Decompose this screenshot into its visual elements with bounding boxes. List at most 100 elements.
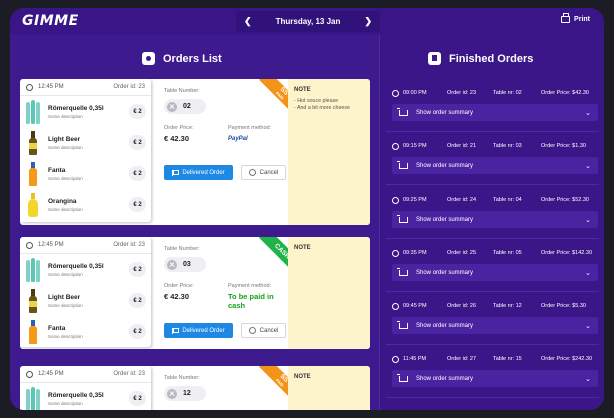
show-order-summary-button[interactable]: Show order summary ⌄ — [392, 211, 598, 228]
cart-icon — [397, 214, 408, 223]
close-icon — [248, 169, 256, 176]
order-header: 12:45 PM Order id: 23 — [20, 366, 151, 383]
finished-order-row: 09:45 PM Order id: 26 Table nr: 12 Order… — [386, 295, 599, 345]
print-button[interactable]: Print — [561, 13, 590, 23]
order-price: € 42.30 — [164, 292, 190, 301]
show-order-summary-button[interactable]: Show order summary ⌄ — [392, 370, 598, 387]
list-item: Fanta Some description € 2 — [20, 158, 151, 189]
clock-icon — [26, 241, 33, 249]
close-icon — [248, 327, 256, 334]
item-price: € 2 — [129, 135, 146, 150]
clock-icon — [142, 52, 155, 65]
show-order-summary-button[interactable]: Show order summary ⌄ — [392, 317, 598, 334]
print-label: Print — [574, 16, 590, 23]
list-item: Fanta Some description € 2 — [20, 316, 151, 347]
flag-icon — [172, 169, 180, 176]
orangina-bottle-icon — [26, 192, 40, 217]
list-item: Light Beer Some description € 2 — [20, 285, 151, 316]
list-item: Römerquelle 0,35l Some description € 2 — [20, 96, 151, 127]
paid-badge: SS PAID — [259, 366, 288, 404]
app-logo: GIMME — [22, 13, 79, 29]
status-ribbon: CASH — [250, 237, 288, 275]
list-item: Light Beer Some description € 2 — [20, 127, 151, 158]
cart-icon — [397, 373, 408, 382]
item-price: € 2 — [129, 197, 146, 212]
chevron-down-icon: ⌄ — [585, 109, 591, 117]
payment-method: To be paid in cash — [228, 292, 274, 310]
item-price: € 2 — [129, 391, 146, 406]
clock-icon — [392, 143, 399, 150]
order-header: 12:45 PM Order id: 23 — [20, 79, 151, 96]
order-note: NOTE — [288, 366, 370, 410]
cancel-button[interactable]: Cancel — [241, 323, 286, 338]
orders-list-heading: Orders List — [142, 52, 222, 65]
fanta-bottle-icon — [26, 161, 40, 186]
item-price: € 2 — [129, 324, 146, 339]
beer-bottle-icon — [26, 130, 40, 155]
cancel-button[interactable]: Cancel — [241, 165, 286, 180]
cart-icon — [397, 160, 408, 169]
order-price: € 42.30 — [164, 134, 190, 143]
finished-order-row: 09:00 PM Order id: 23 Table nr: 02 Order… — [386, 82, 599, 132]
show-order-summary-button[interactable]: Show order summary ⌄ — [392, 264, 598, 281]
chevron-down-icon: ⌄ — [585, 322, 591, 330]
item-price: € 2 — [129, 262, 146, 277]
item-price: € 2 — [129, 293, 146, 308]
cart-icon — [397, 267, 408, 276]
paypal-logo: PayPal — [228, 136, 248, 142]
beer-bottle-icon — [26, 288, 40, 313]
status-ribbon: SS PAID — [250, 79, 288, 117]
item-price: € 2 — [129, 104, 146, 119]
order-items: 12:45 PM Order id: 23 Römerquelle 0,35l S… — [20, 237, 151, 347]
clock-icon — [26, 83, 33, 91]
chevron-down-icon: ⌄ — [585, 375, 591, 383]
chevron-left-icon[interactable]: ❮ — [244, 16, 252, 27]
finished-orders-panel: Finished Orders 09:00 PM Order id: 23 Ta… — [379, 34, 604, 410]
chevron-down-icon: ⌄ — [585, 162, 591, 170]
order-note: NOTE — [288, 237, 370, 349]
table-icon — [167, 101, 177, 112]
order-header: 12:45 PM Order id: 23 — [20, 237, 151, 254]
list-item: Römerquelle 0,35l Some description € 2 — [20, 254, 151, 285]
clock-icon — [392, 356, 399, 363]
list-item: Römerquelle 0,35l Some description € 2 — [20, 383, 151, 410]
clock-icon — [392, 197, 399, 204]
chevron-down-icon: ⌄ — [585, 269, 591, 277]
table-number: 02 — [164, 99, 206, 114]
list-item: Orangina Some description € 2 — [20, 189, 151, 220]
flag-icon — [428, 52, 441, 65]
cart-icon — [397, 320, 408, 329]
clock-icon — [392, 303, 399, 310]
water-bottles-icon — [26, 99, 40, 124]
paid-badge: SS PAID — [259, 79, 288, 117]
finished-order-row: 09:35 PM Order id: 25 Table nr: 05 Order… — [386, 242, 599, 292]
delivered-order-button[interactable]: Delivered Order — [164, 323, 233, 338]
show-order-summary-button[interactable]: Show order summary ⌄ — [392, 157, 598, 174]
flag-icon — [172, 327, 180, 334]
top-bar: GIMME ❮ Thursday, 13 Jan ❯ Print — [10, 8, 604, 34]
finished-order-row: 11:45 PM Order id: 27 Table nr: 15 Order… — [386, 348, 599, 398]
delivered-order-button[interactable]: Delivered Order — [164, 165, 233, 180]
table-icon — [167, 259, 177, 270]
printer-icon — [561, 13, 571, 23]
chevron-right-icon[interactable]: ❯ — [364, 16, 372, 27]
current-date: Thursday, 13 Jan — [275, 17, 341, 26]
orders-list-panel: Orders List 12:45 PM Order id: 23 Römerq… — [10, 34, 379, 410]
finished-orders-heading: Finished Orders — [428, 52, 533, 65]
table-number: 12 — [164, 386, 206, 401]
finished-order-row: 09:25 PM Order id: 24 Table nr: 04 Order… — [386, 189, 599, 239]
date-selector: ❮ Thursday, 13 Jan ❯ — [236, 11, 380, 32]
order-items: 12:45 PM Order id: 23 Römerquelle 0,35l S… — [20, 79, 151, 222]
table-icon — [167, 388, 177, 399]
clock-icon — [392, 250, 399, 257]
order-card: 12:45 PM Order id: 23 Römerquelle 0,35l S… — [20, 79, 370, 225]
water-bottles-icon — [26, 386, 40, 410]
clock-icon — [392, 90, 399, 97]
order-items: 12:45 PM Order id: 23 Römerquelle 0,35l S… — [20, 366, 151, 410]
show-order-summary-button[interactable]: Show order summary ⌄ — [392, 104, 598, 121]
finished-order-row: 09:15 PM Order id: 21 Table nr: 03 Order… — [386, 135, 599, 185]
cart-icon — [397, 107, 408, 116]
order-note: NOTE - Hot souce please - And a bit more… — [288, 79, 370, 225]
item-price: € 2 — [129, 166, 146, 181]
table-number: 03 — [164, 257, 206, 272]
